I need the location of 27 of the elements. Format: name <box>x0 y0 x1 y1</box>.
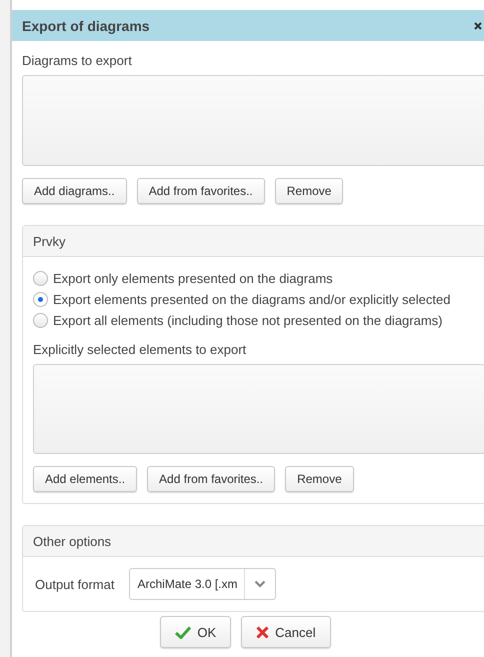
radio-label[interactable]: Export only elements presented on the diagrams <box>53 271 333 286</box>
panel-title: Prvky <box>33 234 66 248</box>
chevron-down-icon <box>254 580 266 588</box>
radio-button[interactable] <box>33 271 48 286</box>
dialog-button[interactable]: Cancel <box>241 616 331 648</box>
radio-label[interactable]: Export all elements (including those not presented on the diagrams) <box>53 313 442 328</box>
radio-button[interactable] <box>33 313 48 328</box>
section-label: Explicitly selected elements to export <box>33 342 248 357</box>
action-button[interactable]: Add from favorites.. <box>147 466 276 492</box>
diagram-list[interactable] <box>22 75 484 166</box>
dialog-button[interactable]: OK <box>160 616 232 648</box>
section-label: Diagrams to export <box>22 53 133 68</box>
window-title: Export of diagrams <box>22 18 150 34</box>
cross-icon <box>256 626 270 638</box>
action-button[interactable]: Add diagrams.. <box>22 178 127 204</box>
action-button[interactable]: Add elements.. <box>33 466 138 492</box>
field-label: Output format <box>35 576 114 592</box>
radio-button[interactable] <box>33 292 48 307</box>
close-icon[interactable] <box>474 22 482 30</box>
action-button[interactable]: Add from favorites.. <box>136 178 265 204</box>
radio-label[interactable]: Export elements presented on the diagrams and/or explicitly selected <box>53 292 450 307</box>
action-button[interactable]: Remove <box>274 178 344 204</box>
format-dropdown[interactable]: ArchiMate 3.0 [.xm <box>129 568 276 600</box>
action-button[interactable]: Remove <box>285 466 354 492</box>
panel-title: Other options <box>33 534 112 548</box>
checkmark-icon <box>175 626 192 638</box>
element-list[interactable] <box>33 364 484 454</box>
